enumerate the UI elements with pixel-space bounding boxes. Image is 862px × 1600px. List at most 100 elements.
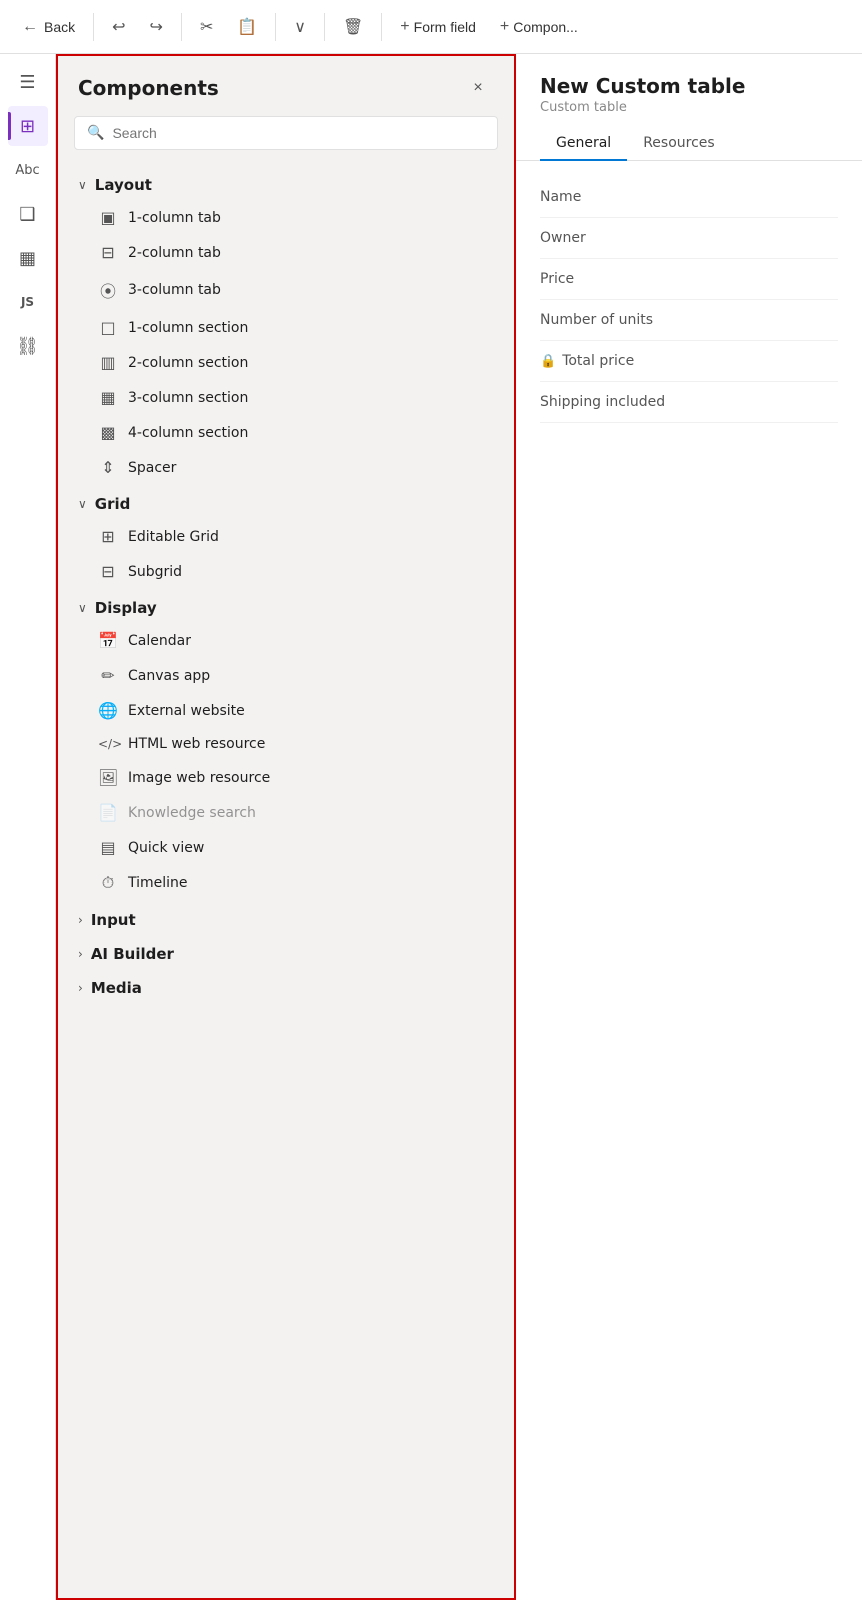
paste-button[interactable]: 📋 [227, 13, 267, 41]
timeline-icon: ⏱ [98, 873, 118, 893]
3col-tab-icon: ⦿ [98, 278, 118, 302]
comp-1column-section[interactable]: □ 1-column section [66, 310, 506, 345]
comp-canvas-app[interactable]: ✏ Canvas app [66, 658, 506, 693]
calendar-icon: 📅 [98, 631, 118, 650]
layout-label: Layout [95, 176, 152, 194]
sidebar-hamburger[interactable]: ☰ [8, 62, 48, 102]
field-row-shipping: Shipping included [540, 382, 838, 423]
subgrid-icon: ⊟ [98, 562, 118, 581]
comp-timeline[interactable]: ⏱ Timeline [66, 865, 506, 901]
comp-html-web-resource[interactable]: </> HTML web resource [66, 728, 506, 760]
3col-section-icon: ▦ [98, 388, 118, 407]
panel-title: Components [78, 76, 219, 100]
display-label: Display [95, 599, 157, 617]
2col-tab-icon: ⊟ [98, 243, 118, 262]
field-shipping-label: Shipping included [540, 394, 670, 410]
right-panel-header: New Custom table Custom table General Re… [516, 54, 862, 161]
tabs-container: General Resources [540, 127, 838, 160]
comp-image-web-resource[interactable]: 🖼 Image web resource [66, 760, 506, 795]
toolbar-divider-3 [275, 13, 276, 41]
4col-section-icon: ▩ [98, 423, 118, 442]
timeline-label: Timeline [128, 875, 188, 891]
redo-icon: ↪ [150, 17, 163, 37]
comp-calendar[interactable]: 📅 Calendar [66, 623, 506, 658]
right-panel: New Custom table Custom table General Re… [516, 54, 862, 1600]
3col-section-label: 3-column section [128, 390, 248, 406]
sidebar-connect[interactable]: ⛓ [8, 326, 48, 366]
active-indicator [8, 112, 11, 140]
field-total-label: Total price [562, 353, 634, 369]
delete-icon: 🗑 [343, 17, 363, 37]
cut-button[interactable]: ✂ [190, 13, 223, 41]
tab-resources[interactable]: Resources [627, 127, 731, 161]
comp-editable-grid[interactable]: ⊞ Editable Grid [66, 519, 506, 554]
canvas-app-icon: ✏ [98, 666, 118, 685]
dropdown-button[interactable]: ∨ [284, 13, 316, 41]
delete-button[interactable]: 🗑 [333, 13, 373, 41]
section-grid-header[interactable]: ∨ Grid [66, 485, 506, 519]
section-media-header[interactable]: › Media [66, 969, 506, 1003]
external-website-icon: 🌐 [98, 701, 118, 720]
section-aibuilder-header[interactable]: › AI Builder [66, 935, 506, 969]
input-chevron: › [78, 913, 83, 927]
1col-tab-label: 1-column tab [128, 210, 221, 226]
1col-section-icon: □ [98, 318, 118, 337]
html-resource-icon: </> [98, 737, 118, 751]
comp-2column-tab[interactable]: ⊟ 2-column tab [66, 235, 506, 270]
paste-icon: 📋 [237, 17, 257, 37]
comp-quick-view[interactable]: ▤ Quick view [66, 830, 506, 865]
comp-3column-section[interactable]: ▦ 3-column section [66, 380, 506, 415]
field-row-owner: Owner [540, 218, 838, 259]
comp-1column-tab[interactable]: ▣ 1-column tab [66, 200, 506, 235]
connect-icon: ⛓ [16, 336, 39, 357]
redo-button[interactable]: ↪ [140, 13, 173, 41]
add-form-field-button[interactable]: + Form field [390, 14, 486, 40]
subgrid-label: Subgrid [128, 564, 182, 580]
js-icon: JS [21, 295, 34, 309]
quick-view-icon: ▤ [98, 838, 118, 857]
grid-chevron: ∨ [78, 497, 87, 511]
components-panel: Components × 🔍 ∨ Layout ▣ 1-column tab ⊟… [56, 54, 516, 1600]
knowledge-search-icon: 📄 [98, 803, 118, 822]
section-display-header[interactable]: ∨ Display [66, 589, 506, 623]
plus-icon-2: + [500, 18, 509, 36]
back-button[interactable]: ← Back [12, 14, 85, 40]
sidebar-table[interactable]: ▦ [8, 238, 48, 278]
comp-2column-section[interactable]: ▥ 2-column section [66, 345, 506, 380]
hamburger-icon: ☰ [19, 72, 35, 93]
tab-general[interactable]: General [540, 127, 627, 161]
editable-grid-label: Editable Grid [128, 529, 219, 545]
1col-section-label: 1-column section [128, 320, 248, 336]
toolbar: ← Back ↩ ↪ ✂ 📋 ∨ 🗑 + Form field + Compon… [0, 0, 862, 54]
form-field-label: Form field [414, 19, 476, 35]
sidebar-grid[interactable]: ⊞ [8, 106, 48, 146]
sidebar-text[interactable]: Abc [8, 150, 48, 190]
toolbar-divider-2 [181, 13, 182, 41]
search-icon: 🔍 [87, 125, 104, 141]
comp-knowledge-search: 📄 Knowledge search [66, 795, 506, 830]
section-input-header[interactable]: › Input [66, 901, 506, 935]
search-input[interactable] [112, 125, 485, 141]
field-units-label: Number of units [540, 312, 670, 328]
sidebar-js[interactable]: JS [8, 282, 48, 322]
comp-external-website[interactable]: 🌐 External website [66, 693, 506, 728]
sidebar-layers[interactable]: ❑ [8, 194, 48, 234]
grid-label: Grid [95, 495, 131, 513]
comp-subgrid[interactable]: ⊟ Subgrid [66, 554, 506, 589]
2col-tab-label: 2-column tab [128, 245, 221, 261]
add-component-button[interactable]: + Compon... [490, 14, 588, 40]
field-owner-label: Owner [540, 230, 670, 246]
plus-icon-1: + [400, 18, 409, 36]
comp-3column-tab[interactable]: ⦿ 3-column tab [66, 270, 506, 310]
external-website-label: External website [128, 703, 245, 719]
undo-button[interactable]: ↩ [102, 13, 135, 41]
panel-close-button[interactable]: × [462, 72, 494, 104]
quick-view-label: Quick view [128, 840, 204, 856]
right-panel-title: New Custom table [540, 74, 838, 98]
section-layout-header[interactable]: ∨ Layout [66, 166, 506, 200]
panel-header: Components × [58, 56, 514, 116]
comp-spacer[interactable]: ⇕ Spacer [66, 450, 506, 485]
image-resource-label: Image web resource [128, 770, 270, 786]
comp-4column-section[interactable]: ▩ 4-column section [66, 415, 506, 450]
aibuilder-label: AI Builder [91, 945, 174, 963]
